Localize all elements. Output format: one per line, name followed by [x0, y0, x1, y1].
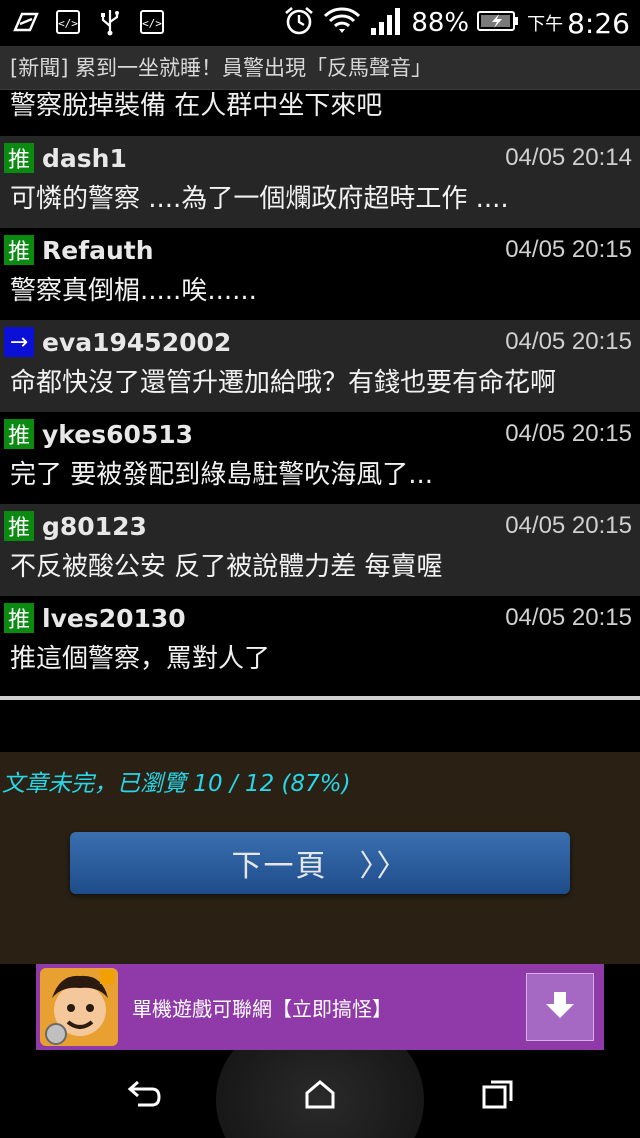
time-ampm: 下午: [527, 14, 564, 35]
comment-text: 警察真倒楣.....唉......: [10, 276, 257, 306]
download-button[interactable]: [526, 973, 594, 1041]
comment-row[interactable]: 推 g80123 04/05 20:15 不反被酸公安 反了被說體力差 每賣喔: [0, 504, 640, 596]
comment-header: 推 ykes60513 04/05 20:15: [4, 418, 632, 450]
comment-text: 完了 要被發配到綠島駐警吹海風了...: [10, 460, 434, 490]
comment-time: 04/05 20:14: [505, 144, 632, 171]
comment-tag: →: [4, 327, 34, 357]
comment-text: 可憐的警察 ....為了一個爛政府超時工作 ....: [10, 184, 509, 214]
comment-user: ykes60513: [42, 419, 194, 449]
comment-text: 推這個警察，罵對人了: [10, 644, 271, 674]
comment-time: 04/05 20:15: [505, 328, 632, 355]
comment-tag: 推: [4, 511, 34, 541]
comment-row[interactable]: 推 Refauth 04/05 20:15 警察真倒楣.....唉......: [0, 228, 640, 320]
svg-text:</>: </>: [142, 17, 162, 30]
clock: 8:26: [567, 6, 630, 40]
comment-user: Refauth: [42, 235, 154, 265]
recent-apps-icon: [481, 1078, 515, 1114]
page-footer: 文章未完，已瀏覽 10 / 12 (87%) 下一頁 〉〉: [0, 752, 640, 964]
comment-row[interactable]: 推 ykes60513 04/05 20:15 完了 要被發配到綠島駐警吹海風了...: [0, 412, 640, 504]
divider: [0, 696, 640, 700]
home-icon: [303, 1079, 337, 1113]
comment-row[interactable]: → eva19452002 04/05 20:15 命都快沒了還管升遷加給哦？有錢也要…: [0, 320, 640, 412]
wifi-icon: [323, 5, 361, 41]
comment-user: eva19452002: [42, 327, 232, 357]
ad-game-avatar: [40, 968, 118, 1046]
alarm-icon: [283, 5, 315, 41]
home-button[interactable]: [300, 1076, 340, 1116]
svg-text:</>: </>: [58, 17, 78, 30]
comment-tag: 推: [4, 603, 34, 633]
usb-icon: [96, 8, 124, 36]
comment-text: 命都快沒了還管升遷加給哦？有錢也要有命花啊: [10, 368, 557, 398]
status-bar: </> </> 88% 下午 8:26: [0, 0, 640, 46]
comment-header: 推 lves20130 04/05 20:15: [4, 602, 632, 634]
comment-header: 推 g80123 04/05 20:15: [4, 510, 632, 542]
download-icon: [544, 990, 576, 1024]
article-text-line: 警察脫掉裝備 在人群中坐下來吧: [0, 90, 640, 136]
comment-header: 推 dash1 04/05 20:14: [4, 142, 632, 174]
ad-text: 單機遊戲可聯網【立即搞怪】: [132, 996, 392, 1021]
recent-apps-button[interactable]: [478, 1076, 518, 1116]
signal-icon: [369, 6, 403, 40]
comment-text: 不反被酸公安 反了被說體力差 每賣喔: [10, 552, 443, 582]
back-icon: [126, 1079, 162, 1113]
ad-banner[interactable]: 單機遊戲可聯網【立即搞怪】: [36, 964, 604, 1050]
comment-time: 04/05 20:15: [505, 512, 632, 539]
comment-time: 04/05 20:15: [505, 236, 632, 263]
battery-percent: 88%: [411, 8, 470, 38]
code-icon: </>: [138, 8, 166, 36]
comment-row[interactable]: 推 dash1 04/05 20:14 可憐的警察 ....為了一個爛政府超時工作 .…: [0, 136, 640, 228]
comment-time: 04/05 20:15: [505, 604, 632, 631]
battery-icon: [477, 9, 519, 37]
comment-user: dash1: [42, 143, 127, 173]
article-content[interactable]: 警察脫掉裝備 在人群中坐下來吧 推 dash1 04/05 20:14 可憐的警察 .…: [0, 90, 640, 700]
next-page-button[interactable]: 下一頁 〉〉: [70, 832, 570, 894]
system-status: 88% 下午 8:26: [283, 4, 630, 42]
code-icon: </>: [54, 8, 82, 36]
article-title: [新聞] 累到一坐就睡！員警出現「反馬聲音」: [0, 46, 640, 90]
comment-time: 04/05 20:15: [505, 420, 632, 447]
flash-icon: [12, 8, 40, 36]
notification-icons: </> </>: [12, 8, 166, 36]
back-button[interactable]: [124, 1076, 164, 1116]
navigation-bar: [0, 1050, 640, 1138]
comment-tag: 推: [4, 235, 34, 265]
reading-progress: 文章未完，已瀏覽 10 / 12 (87%): [2, 771, 351, 797]
comment-header: → eva19452002 04/05 20:15: [4, 326, 632, 358]
comment-user: g80123: [42, 511, 147, 541]
comment-tag: 推: [4, 419, 34, 449]
comment-user: lves20130: [42, 603, 186, 633]
comment-row[interactable]: 推 lves20130 04/05 20:15 推這個警察，罵對人了: [0, 596, 640, 688]
comment-list: 推 dash1 04/05 20:14 可憐的警察 ....為了一個爛政府超時工作 .…: [0, 136, 640, 688]
comment-tag: 推: [4, 143, 34, 173]
comment-header: 推 Refauth 04/05 20:15: [4, 234, 632, 266]
